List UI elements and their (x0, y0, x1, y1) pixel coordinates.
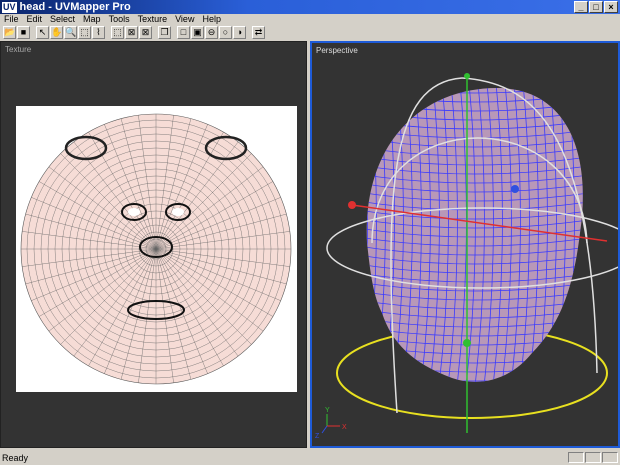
status-bar-text: Ready (2, 453, 29, 463)
axis-y-label: Y (325, 407, 330, 414)
close-button[interactable]: × (604, 1, 618, 13)
title-bar: UV head - UVMapper Pro _ □ × (0, 0, 620, 14)
toolbar: 📂 ■ ↖ ✋ 🔍 ⬚ ⌇ ⬚ ⊠ ⊠ ❐ □ ▣ ⊖ ○ ◑ ⇄ (0, 25, 620, 40)
texture-viewport[interactable]: Texture (0, 41, 307, 448)
pan-hand-icon[interactable]: ✋ (50, 26, 63, 39)
select-faces-icon[interactable]: ⊠ (139, 26, 152, 39)
menu-texture[interactable]: Texture (138, 14, 168, 25)
select-edges-icon[interactable]: ⊠ (125, 26, 138, 39)
status-pane (602, 452, 618, 463)
y-handle[interactable] (464, 73, 470, 79)
axis-indicator: Y X Z (315, 407, 347, 440)
window-title: head - UVMapper Pro (19, 1, 131, 13)
center-handle[interactable] (463, 339, 471, 347)
sphere-map-icon[interactable]: ⊖ (205, 26, 218, 39)
circle-map-icon[interactable]: ○ (219, 26, 232, 39)
head-model (366, 88, 583, 382)
z-handle[interactable] (511, 185, 519, 193)
status-pane (568, 452, 584, 463)
perspective-viewport[interactable]: Perspective Y X Z (310, 41, 620, 448)
refresh-icon[interactable]: ⇄ (252, 26, 265, 39)
box-map-icon[interactable]: □ (177, 26, 190, 39)
axis-x-label: X (342, 424, 347, 431)
polar-map-icon[interactable]: ◑ (233, 26, 246, 39)
menu-edit[interactable]: Edit (27, 14, 43, 25)
select-arrow-icon[interactable]: ↖ (36, 26, 49, 39)
menu-select[interactable]: Select (50, 14, 75, 25)
maximize-button[interactable]: □ (589, 1, 603, 13)
app-icon: UV (2, 1, 17, 13)
save-icon[interactable]: ■ (17, 26, 30, 39)
uv-map-canvas (16, 106, 297, 392)
zoom-icon[interactable]: 🔍 (64, 26, 77, 39)
axis-z-label: Z (315, 433, 320, 440)
x-handle[interactable] (348, 201, 356, 209)
menu-view[interactable]: View (175, 14, 194, 25)
menu-map[interactable]: Map (83, 14, 101, 25)
menu-help[interactable]: Help (202, 14, 221, 25)
menu-tools[interactable]: Tools (109, 14, 130, 25)
cylinder-map-icon[interactable]: ▣ (191, 26, 204, 39)
minimize-button[interactable]: _ (574, 1, 588, 13)
marquee-icon[interactable]: ⬚ (78, 26, 91, 39)
menu-bar: File Edit Select Map Tools Texture View Help (0, 14, 620, 25)
lasso-icon[interactable]: ⌇ (92, 26, 105, 39)
copy-icon[interactable]: ❐ (158, 26, 171, 39)
3d-view-canvas: Y X Z (315, 73, 618, 440)
menu-file[interactable]: File (4, 14, 19, 25)
open-icon[interactable]: 📂 (3, 26, 16, 39)
status-pane (585, 452, 601, 463)
select-vertices-icon[interactable]: ⬚ (111, 26, 124, 39)
